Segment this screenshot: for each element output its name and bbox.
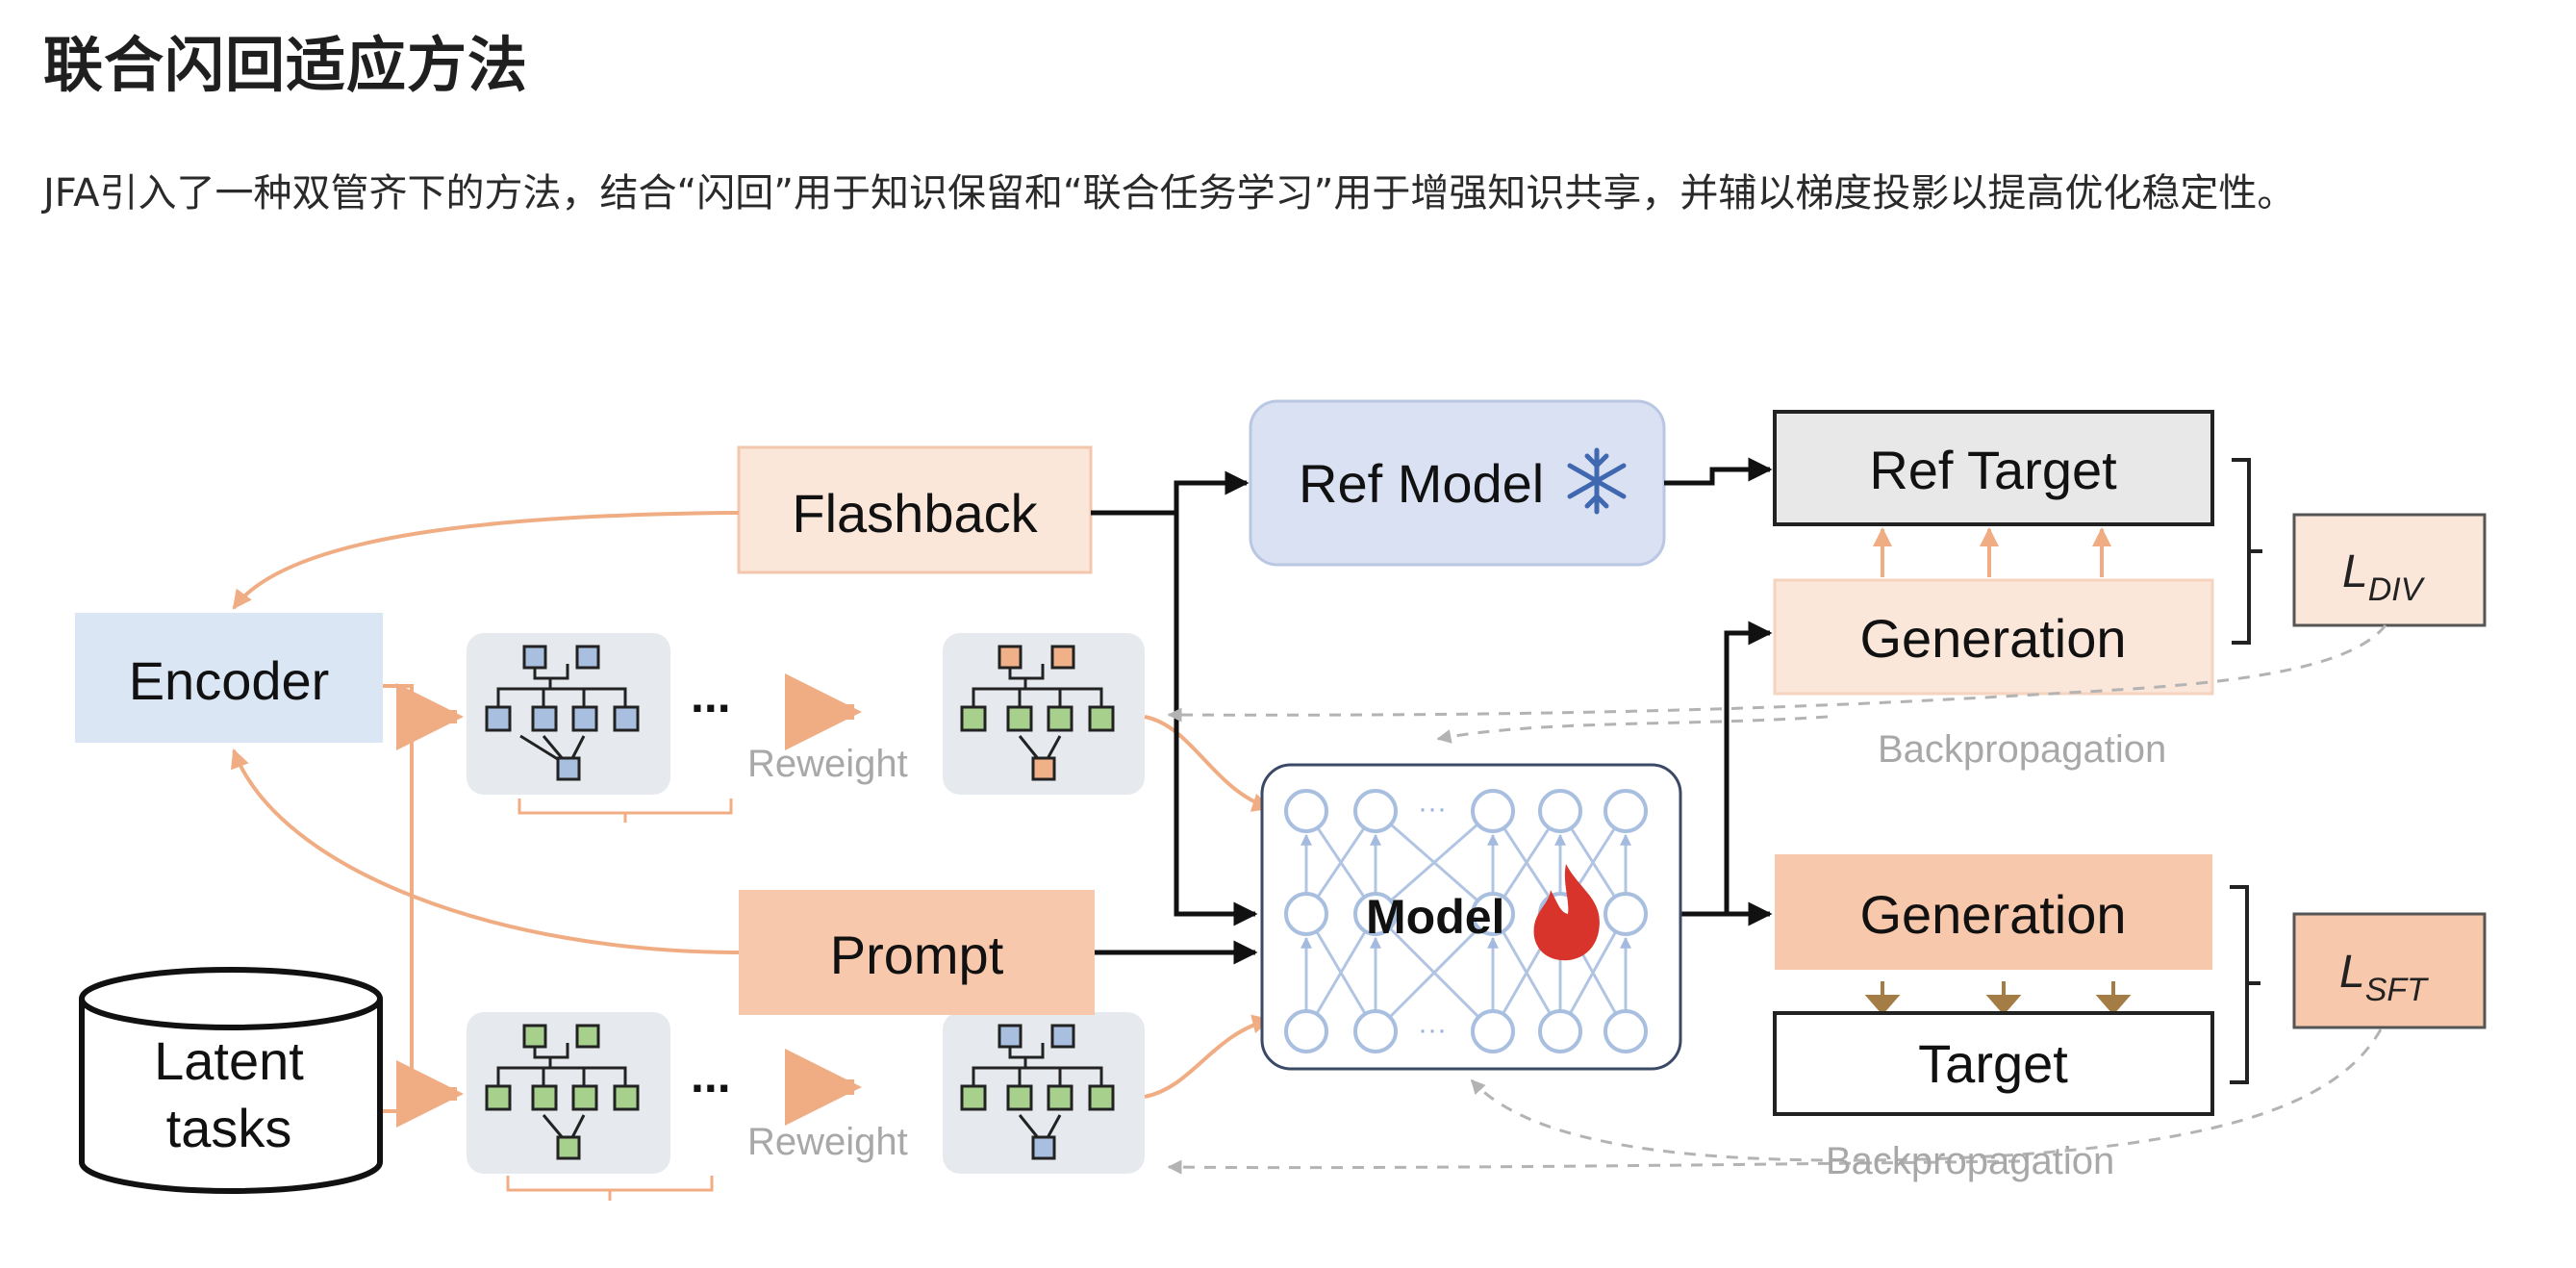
bottom-graph-to-model-arrow <box>1144 1014 1272 1099</box>
task-graph-top-left <box>467 633 670 795</box>
ellipsis-bottom: ... <box>691 1049 731 1103</box>
flashback-to-encoder-arrow <box>232 511 740 610</box>
backprop-top-label: Backpropagation <box>1878 728 2166 771</box>
prompt-label: Prompt <box>830 925 1004 985</box>
generation-to-target-arrows <box>1864 981 2132 1016</box>
svg-text:···: ··· <box>1418 1014 1447 1046</box>
generation-bottom-label: Generation <box>1859 884 2126 945</box>
encoder-label: Encoder <box>129 650 330 711</box>
sft-brace <box>2230 885 2260 1084</box>
model-label: Model <box>1366 890 1504 944</box>
encoder-latent-connector <box>383 684 414 1113</box>
task-graph-top-right <box>943 633 1145 795</box>
task-graph-bottom-left <box>467 1012 670 1174</box>
task-graph-bottom-right <box>943 1012 1145 1174</box>
latent-tasks-line1: Latent <box>154 1030 304 1091</box>
svg-text:···: ··· <box>1418 793 1447 824</box>
target-label: Target <box>1918 1033 2068 1094</box>
loss-sft-box <box>2292 912 2487 1029</box>
reweight-bottom-label: Reweight <box>747 1121 908 1163</box>
graph-brace-top <box>518 799 733 823</box>
ref-target-label: Ref Target <box>1869 440 2117 500</box>
backprop-bottom-label: Backpropagation <box>1826 1140 2114 1182</box>
generation-to-reftarget-arrows <box>1873 527 2111 577</box>
ref-model-label: Ref Model <box>1299 453 1544 514</box>
div-brace <box>2232 458 2262 645</box>
latent-tasks-line2: tasks <box>166 1098 292 1158</box>
generation-top-label: Generation <box>1859 608 2126 669</box>
loss-div-box <box>2292 513 2487 627</box>
reweight-top-label: Reweight <box>747 743 908 785</box>
graph-brace-bottom <box>506 1176 714 1201</box>
top-graph-to-model-arrow <box>1144 715 1272 812</box>
ellipsis-top: ... <box>691 669 731 723</box>
flashback-label: Flashback <box>792 483 1038 544</box>
page-description: JFA引入了一种双管齐下的方法，结合“闪回”用于知识保留和“联合任务学习”用于增… <box>43 171 2296 216</box>
jfa-diagram: Flashback Ref Model Ref Target Generatio… <box>75 399 2487 1201</box>
page-title: 联合闪回适应方法 <box>43 30 529 100</box>
